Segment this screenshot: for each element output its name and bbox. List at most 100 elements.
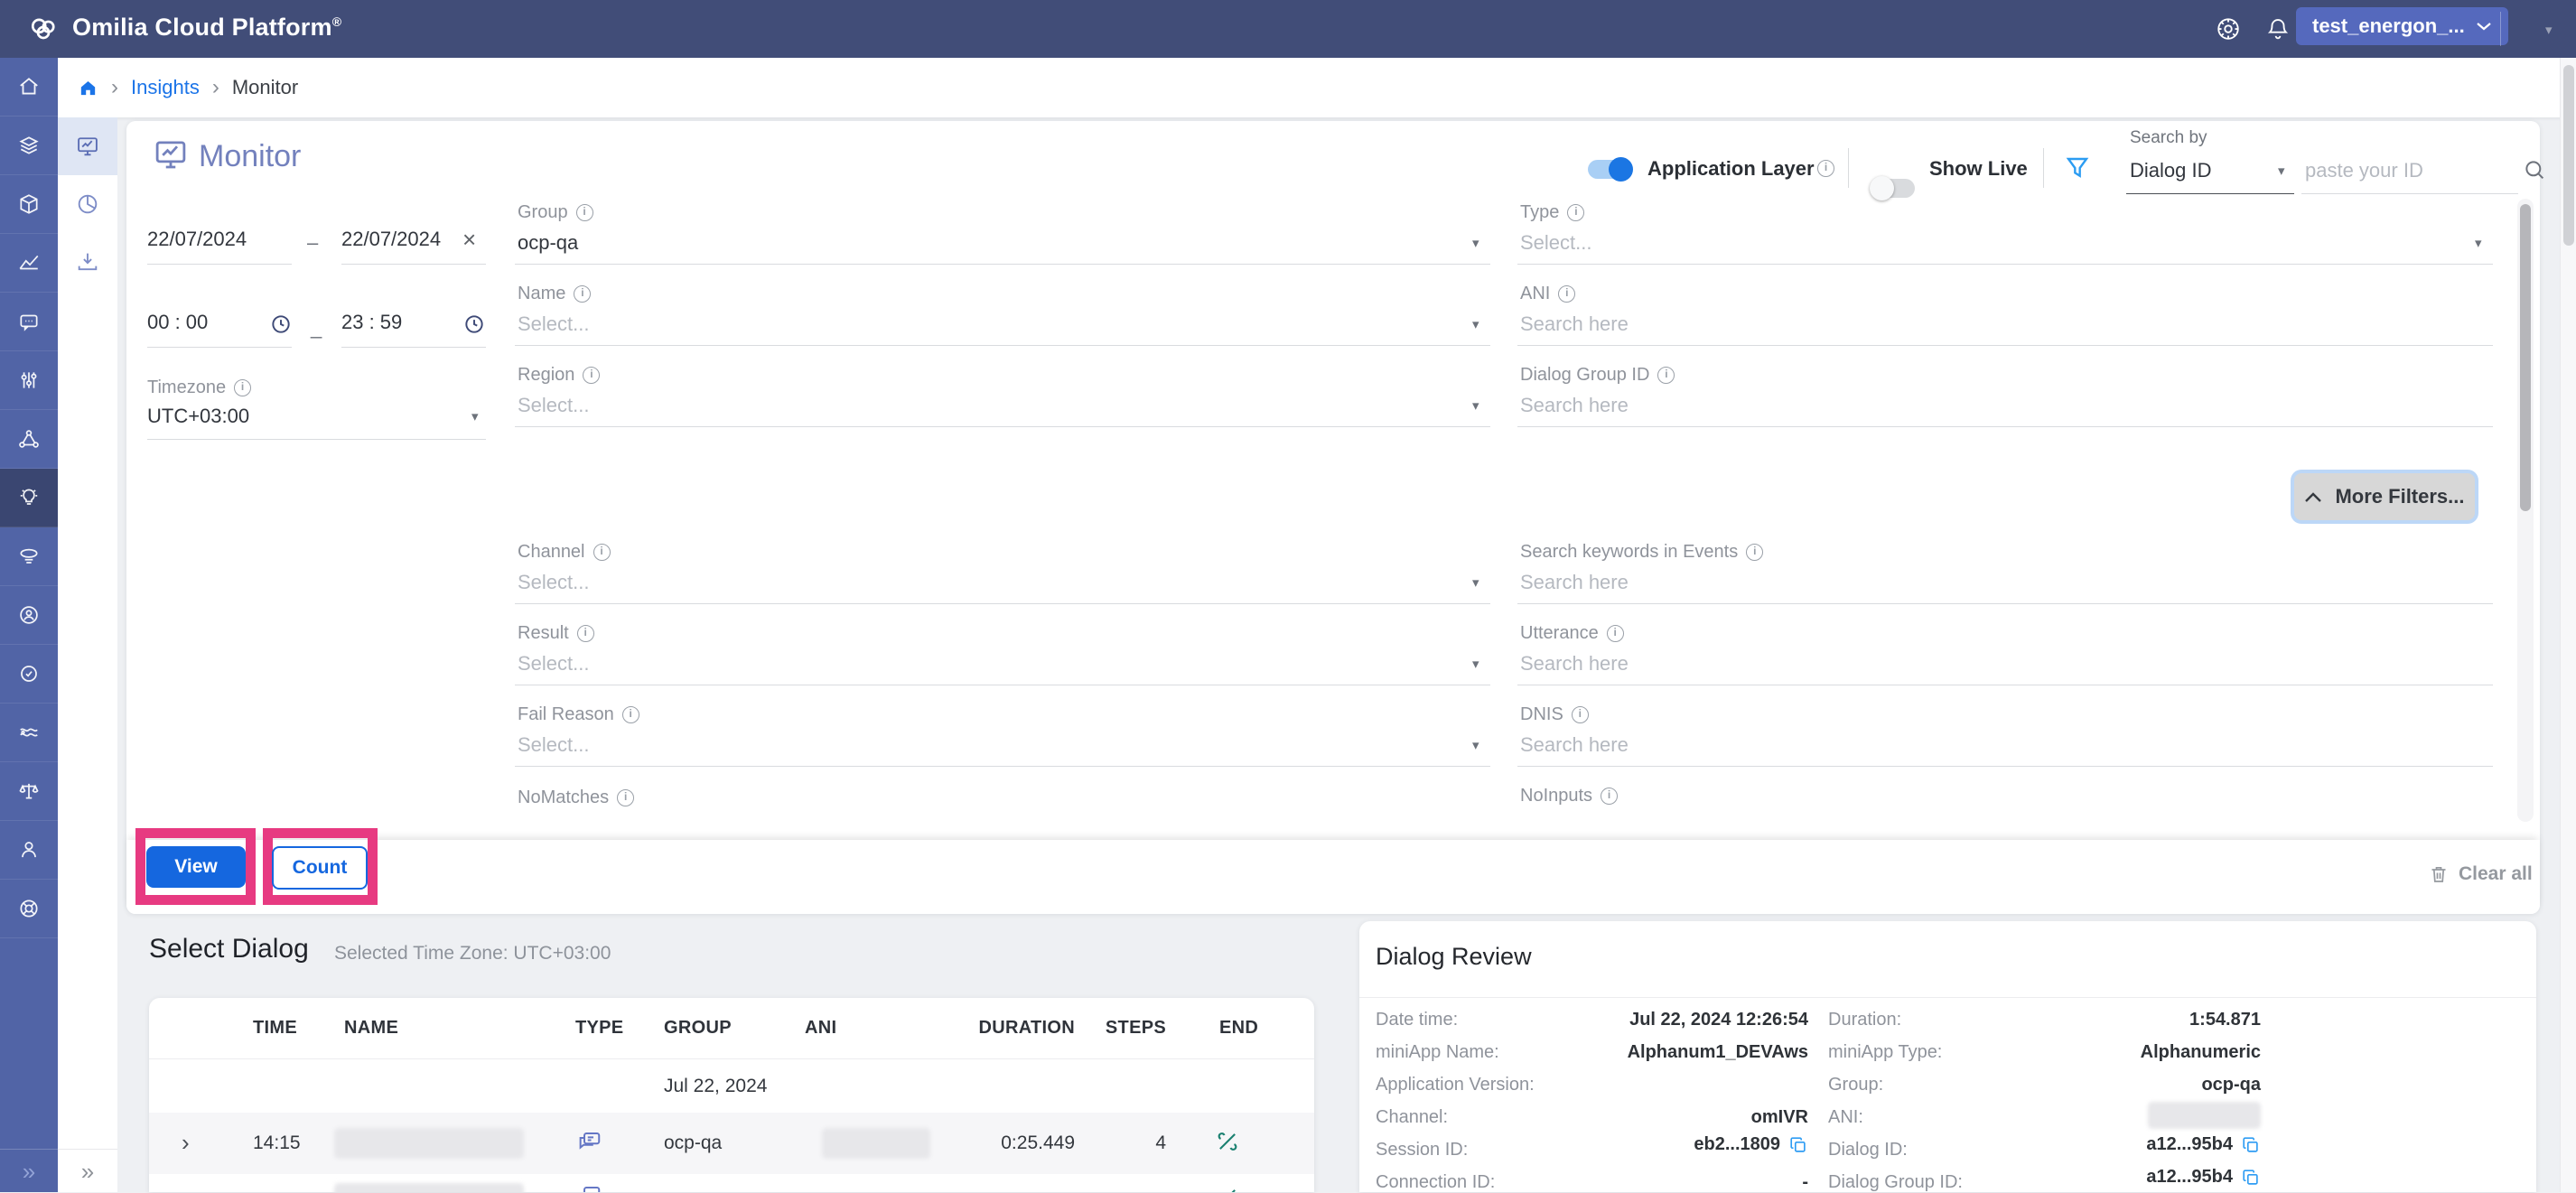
utterance-field[interactable] [1520, 652, 2423, 676]
more-filters-button[interactable]: More Filters... [2294, 473, 2475, 520]
region-info-icon[interactable]: i [583, 367, 600, 384]
result-dropdown-arrow[interactable]: ▾ [1472, 656, 1479, 672]
sidebar-item-home[interactable] [0, 58, 58, 117]
copy-icon[interactable] [2241, 1135, 2261, 1155]
nomatches-info-icon[interactable]: i [617, 789, 634, 806]
copy-icon[interactable] [1788, 1135, 1808, 1155]
expand-row-chevron[interactable]: › [182, 1129, 190, 1157]
sidebar-item-certification[interactable] [0, 645, 58, 704]
noinputs-info-icon[interactable]: i [1601, 788, 1618, 805]
dnis-input[interactable] [1520, 733, 2423, 757]
search-by-select[interactable]: Dialog ID [2130, 159, 2211, 182]
copy-icon[interactable] [2241, 1168, 2261, 1188]
group-dropdown-arrow[interactable]: ▾ [1472, 235, 1479, 251]
corner-dropdown-arrow-icon[interactable]: ▾ [2545, 22, 2553, 38]
dnis-field[interactable] [1520, 733, 2423, 757]
col-header-type[interactable]: TYPE [575, 1018, 623, 1039]
sidebar-item-compliance[interactable] [0, 762, 58, 821]
col-header-end[interactable]: END [1219, 1018, 1258, 1039]
sidebar-item-conversations[interactable] [0, 293, 58, 351]
sidebar-item-analytics[interactable] [0, 234, 58, 293]
keywords-field[interactable] [1520, 571, 2423, 594]
rail-item-monitor[interactable] [58, 117, 117, 175]
search-icon[interactable] [2522, 157, 2547, 182]
rail-item-reports-pie[interactable] [58, 175, 117, 233]
clock-icon[interactable] [269, 312, 293, 336]
view-button[interactable]: View [146, 846, 246, 888]
col-header-group[interactable]: GROUP [664, 1018, 732, 1039]
dialog-group-id-input[interactable] [1520, 394, 2423, 417]
col-header-steps[interactable]: STEPS [1094, 1018, 1166, 1039]
dialog-group-id-info-icon[interactable]: i [1657, 367, 1675, 384]
region-dropdown-arrow[interactable]: ▾ [1472, 397, 1479, 414]
name-info-icon[interactable]: i [574, 285, 591, 303]
clock-icon[interactable] [462, 312, 486, 336]
col-header-name[interactable]: NAME [344, 1018, 398, 1039]
timezone-dropdown-arrow[interactable]: ▾ [471, 408, 479, 424]
ani-field[interactable] [1520, 312, 2423, 336]
region-select[interactable]: Select... [518, 394, 589, 417]
rail-collapse-button[interactable]: » [58, 1149, 117, 1193]
id-search-input[interactable] [2305, 159, 2493, 182]
result-info-icon[interactable]: i [577, 625, 594, 642]
time-to-field[interactable]: 23 : 59 [341, 311, 402, 334]
time-from-field[interactable]: 00 : 00 [147, 311, 208, 334]
application-layer-info-icon[interactable]: i [1817, 160, 1834, 177]
date-to-field[interactable]: 22/07/2024 [341, 228, 441, 251]
filter-funnel-icon[interactable] [2063, 152, 2092, 184]
page-scrollbar-track[interactable] [2560, 58, 2576, 1192]
type-select[interactable]: Select... [1520, 231, 1591, 255]
settings-icon[interactable] [2215, 15, 2242, 42]
channel-select[interactable]: Select... [518, 571, 589, 594]
id-search-field[interactable] [2305, 159, 2493, 182]
channel-info-icon[interactable]: i [593, 544, 611, 561]
count-button[interactable]: Count [272, 846, 368, 890]
utterance-info-icon[interactable]: i [1607, 625, 1624, 642]
name-dropdown-arrow[interactable]: ▾ [1472, 316, 1479, 332]
ani-info-icon[interactable]: i [1558, 285, 1575, 303]
channel-dropdown-arrow[interactable]: ▾ [1472, 574, 1479, 591]
clear-dates-icon[interactable]: × [462, 226, 476, 254]
table-row[interactable]: › 14:15 ocp-qa 0:25.449 4 [149, 1113, 1314, 1174]
filters-scrollbar-track[interactable] [2517, 199, 2534, 822]
fail-reason-dropdown-arrow[interactable]: ▾ [1472, 737, 1479, 753]
sidebar-collapse-button[interactable]: » [0, 1149, 58, 1193]
table-row-partial[interactable] [149, 1174, 1314, 1192]
sidebar-item-users[interactable] [0, 821, 58, 880]
timezone-info-icon[interactable]: i [234, 379, 251, 396]
ani-input[interactable] [1520, 312, 2423, 336]
account-menu-button[interactable]: test_energon_... [2296, 7, 2508, 45]
sidebar-item-support[interactable] [0, 880, 58, 938]
clear-all-button[interactable]: Clear all [2428, 863, 2533, 885]
col-header-time[interactable]: TIME [253, 1018, 297, 1039]
utterance-input[interactable] [1520, 652, 2423, 676]
sidebar-item-admin[interactable] [0, 586, 58, 645]
sidebar-item-layers[interactable] [0, 117, 58, 175]
keywords-info-icon[interactable]: i [1746, 544, 1763, 561]
col-header-ani[interactable]: ANI [805, 1018, 836, 1039]
sidebar-item-preferences[interactable] [0, 351, 58, 410]
group-select[interactable]: ocp-qa [518, 231, 578, 255]
filters-scrollbar-thumb[interactable] [2520, 204, 2531, 511]
sidebar-item-flows[interactable] [0, 704, 58, 762]
breadcrumb-home-icon[interactable] [78, 78, 98, 98]
type-info-icon[interactable]: i [1567, 204, 1584, 221]
sidebar-item-network[interactable] [0, 410, 58, 469]
result-select[interactable]: Select... [518, 652, 589, 676]
col-header-duration[interactable]: DURATION [926, 1018, 1075, 1039]
fail-reason-select[interactable]: Select... [518, 733, 589, 757]
page-scrollbar-thumb[interactable] [2563, 65, 2574, 246]
type-dropdown-arrow[interactable]: ▾ [2475, 235, 2482, 251]
sidebar-item-insights[interactable] [0, 469, 58, 527]
application-layer-toggle[interactable] [1588, 160, 1631, 179]
notifications-bell-icon[interactable] [2265, 16, 2291, 42]
name-select[interactable]: Select... [518, 312, 589, 336]
timezone-select[interactable]: UTC+03:00 [147, 405, 249, 428]
sidebar-item-products[interactable] [0, 175, 58, 234]
sidebar-item-miniapps[interactable] [0, 527, 58, 586]
search-by-dropdown-arrow[interactable]: ▾ [2278, 163, 2285, 179]
dialog-group-id-field[interactable] [1520, 394, 2423, 417]
show-live-toggle[interactable] [1871, 179, 1915, 198]
rail-item-export-download[interactable] [58, 233, 117, 291]
fail-reason-info-icon[interactable]: i [622, 706, 639, 723]
